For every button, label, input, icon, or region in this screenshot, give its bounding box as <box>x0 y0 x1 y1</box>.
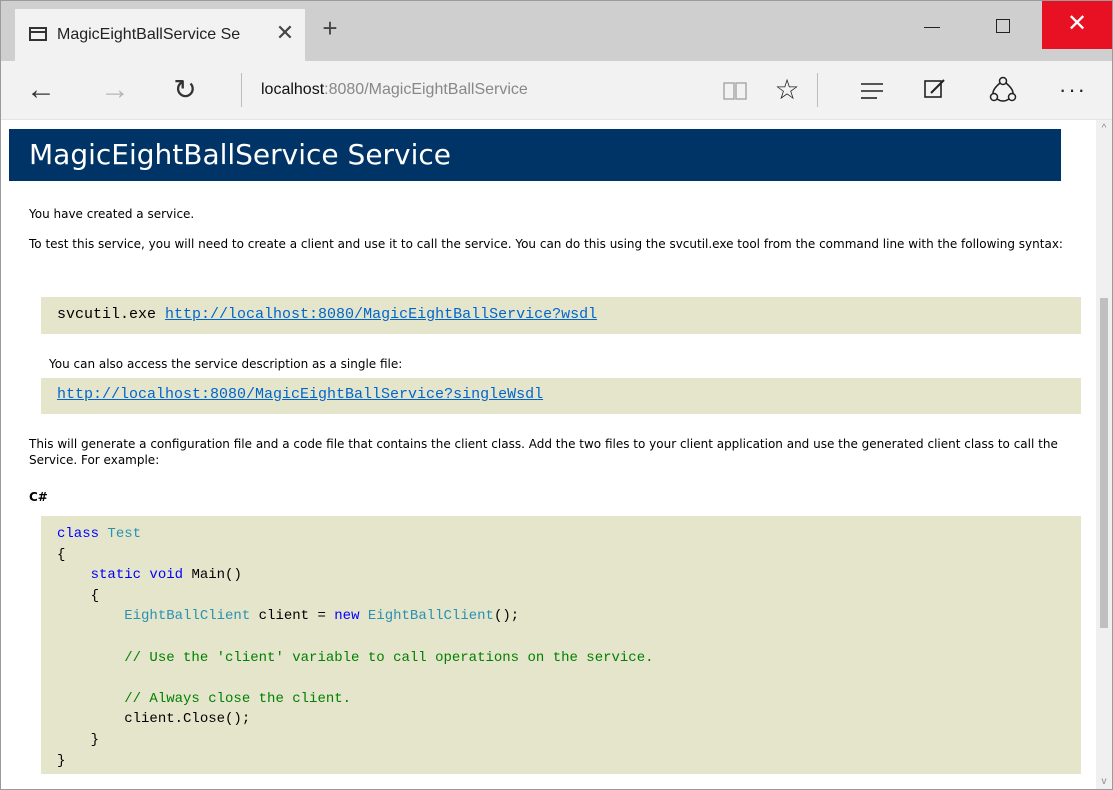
toolbar-separator <box>817 73 818 107</box>
code-keyword: new <box>334 608 360 625</box>
svcutil-command-box: svcutil.exe http://localhost:8080/MagicE… <box>41 297 1081 334</box>
single-file-text: You can also access the service descript… <box>49 357 403 371</box>
svcutil-command: svcutil.exe <box>57 306 166 323</box>
code-line-10: } <box>57 751 1081 772</box>
page-icon <box>29 27 47 41</box>
generate-text: This will generate a configuration file … <box>29 437 1058 467</box>
page-viewport: MagicEightBallService Service You have c… <box>1 120 1096 789</box>
code-comment: // Always close the client. <box>124 690 352 707</box>
maximize-button[interactable] <box>976 1 1028 49</box>
code-type: Test <box>107 526 142 542</box>
code-text: client = <box>258 608 326 625</box>
tab-magiceightball[interactable]: MagicEightBallService Se ✕ <box>15 9 305 61</box>
address-separator <box>241 73 242 107</box>
close-window-button[interactable]: ✕ <box>1042 1 1112 49</box>
address-host: localhost <box>261 81 325 98</box>
code-keyword: static void <box>90 567 184 584</box>
instructions-text: To test this service, you will need to c… <box>29 237 1063 251</box>
code-text: client.Close(); <box>124 711 251 728</box>
address-bar[interactable]: localhost:8080/MagicEightBallService <box>261 79 681 101</box>
navigation-bar: ← → ↻ localhost:8080/MagicEightBallServi… <box>1 61 1112 120</box>
code-text: Main() <box>191 567 242 584</box>
share-icon[interactable] <box>989 75 1017 105</box>
scroll-thumb[interactable] <box>1100 298 1108 628</box>
language-label: C# <box>29 490 48 504</box>
intro-text: You have created a service. <box>29 207 195 221</box>
code-type: EightBallClient <box>367 608 494 625</box>
code-line-1: class Test <box>57 524 1081 545</box>
close-icon: ✕ <box>1066 10 1088 37</box>
single-wsdl-box: http://localhost:8080/MagicEightBallServ… <box>41 378 1081 414</box>
new-tab-button[interactable]: + <box>317 15 343 41</box>
code-sample: class Test { static void Main() { EightB… <box>41 516 1081 774</box>
close-tab-icon[interactable]: ✕ <box>273 21 297 45</box>
code-line-7: // Always close the client. <box>57 689 1081 710</box>
more-icon[interactable]: ··· <box>1055 75 1091 105</box>
back-button[interactable]: ← <box>23 73 59 107</box>
code-line-4: { <box>57 586 1081 607</box>
single-wsdl-link[interactable]: http://localhost:8080/MagicEightBallServ… <box>57 386 543 403</box>
tab-bar: MagicEightBallService Se ✕ + ✕ <box>1 1 1112 61</box>
maximize-icon <box>996 19 1010 33</box>
code-type: EightBallClient <box>124 608 251 625</box>
forward-button[interactable]: → <box>97 73 133 107</box>
tab-title: MagicEightBallService Se <box>57 26 241 43</box>
code-line-6: // Use the 'client' variable to call ope… <box>57 648 1081 669</box>
code-brace: } <box>90 731 100 748</box>
code-keyword: class <box>57 526 100 542</box>
address-path: :8080/MagicEightBallService <box>324 81 528 98</box>
code-brace: } <box>57 752 66 769</box>
code-line-8: client.Close(); <box>57 709 1081 730</box>
code-line-5: EightBallClient client = new EightBallCl… <box>57 606 1081 627</box>
refresh-button[interactable]: ↻ <box>167 73 203 107</box>
browser-window: MagicEightBallService Se ✕ + ✕ ← → ↻ loc… <box>0 0 1113 790</box>
favorite-star-icon[interactable]: ☆ <box>773 75 801 105</box>
wsdl-link[interactable]: http://localhost:8080/MagicEightBallServ… <box>165 306 597 323</box>
vertical-scrollbar[interactable]: ^ v <box>1096 120 1112 789</box>
code-line-9: } <box>57 730 1081 751</box>
page-title: MagicEightBallService Service <box>9 129 1061 181</box>
code-text: (); <box>493 608 520 625</box>
code-brace: { <box>90 587 100 604</box>
minimize-button[interactable] <box>906 1 958 49</box>
code-line-2: { <box>57 545 1081 566</box>
hub-icon[interactable] <box>859 81 885 101</box>
scroll-up-icon[interactable]: ^ <box>1096 120 1112 138</box>
minimize-icon <box>924 27 940 28</box>
code-comment: // Use the 'client' variable to call ope… <box>124 649 654 666</box>
reading-view-icon[interactable] <box>723 81 747 101</box>
web-note-icon[interactable] <box>923 77 947 101</box>
code-brace: { <box>57 546 66 563</box>
code-line-3: static void Main() <box>57 565 1081 586</box>
scroll-down-icon[interactable]: v <box>1096 773 1112 789</box>
